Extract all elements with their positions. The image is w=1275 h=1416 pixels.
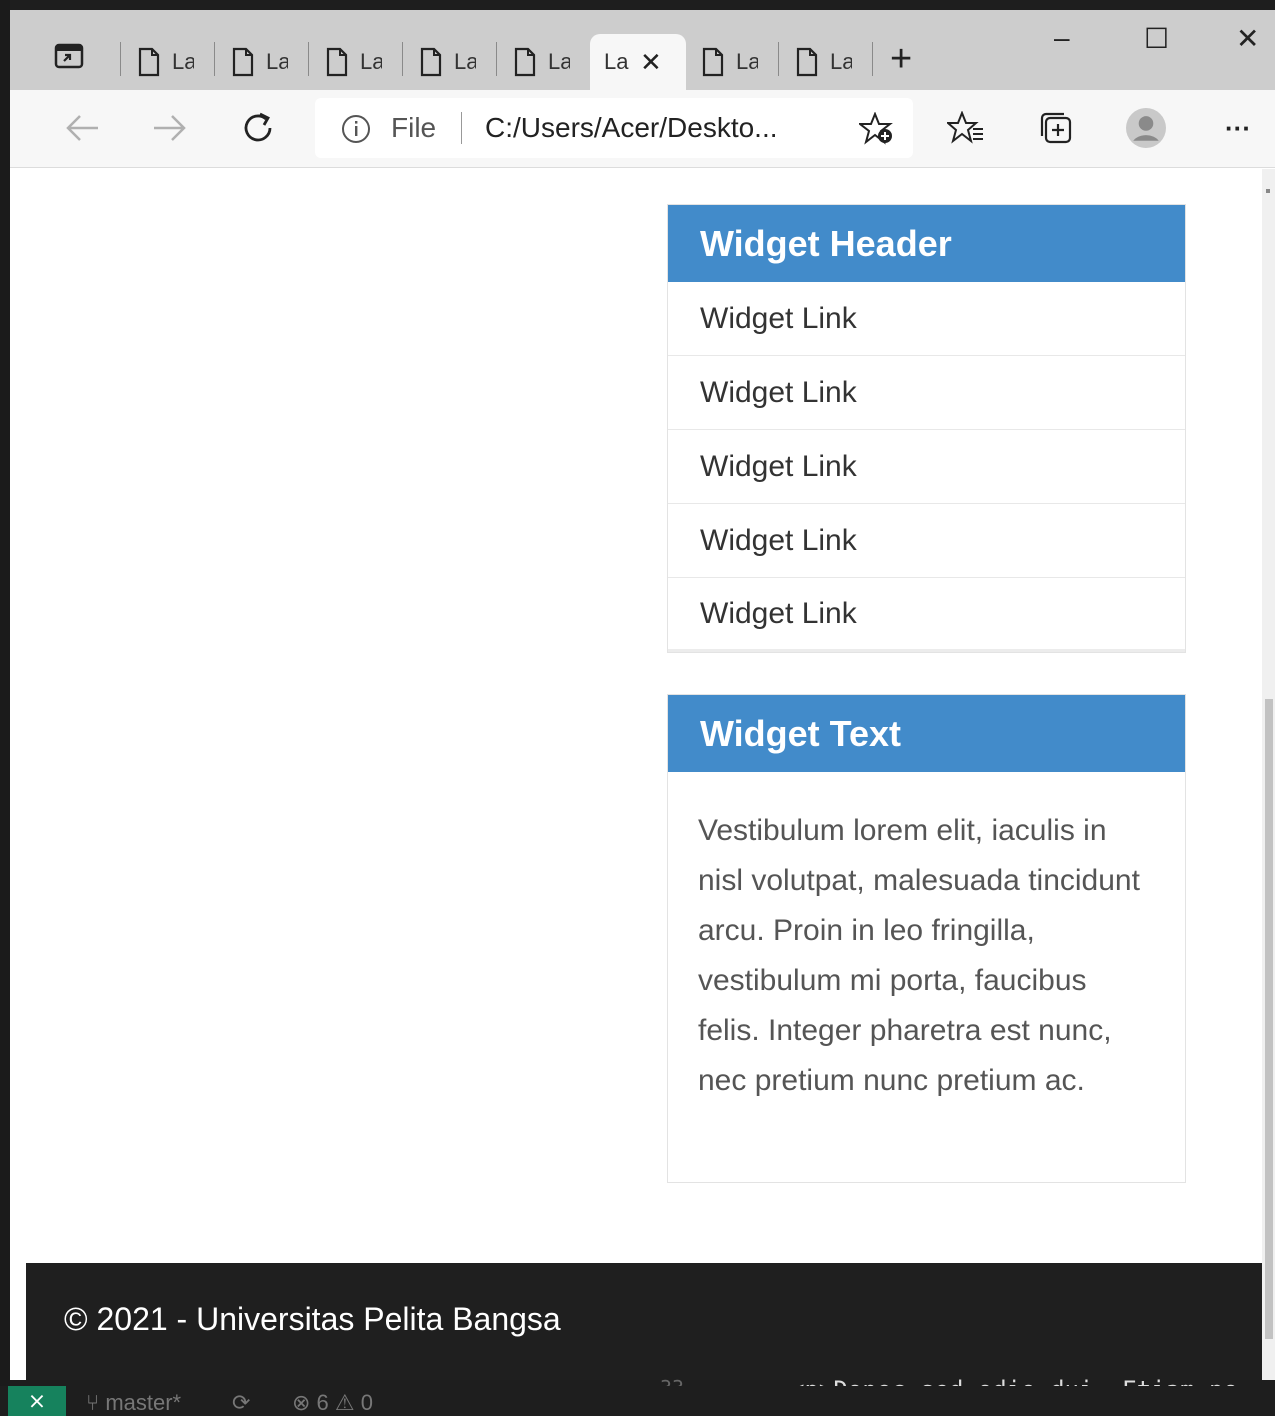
scheme-label: File <box>391 112 437 143</box>
problems-indicator[interactable]: ⊗ 6 ⚠ 0 <box>292 1390 373 1416</box>
profile-avatar[interactable] <box>1126 108 1166 148</box>
new-tab-button[interactable]: + <box>890 38 912 81</box>
tab-close-icon[interactable]: ✕ <box>640 47 662 78</box>
page-content: Widget Header Widget Link Widget Link Wi… <box>26 169 1262 1380</box>
scrollbar-thumb[interactable] <box>1265 699 1273 1339</box>
settings-menu-button[interactable]: ··· <box>1218 108 1258 148</box>
widget-link[interactable]: Widget Link <box>668 504 1185 578</box>
tab-1[interactable]: La <box>136 34 194 90</box>
tab-2[interactable]: La <box>230 34 288 90</box>
error-icon: ⊗ <box>292 1390 317 1415</box>
document-icon <box>418 47 444 77</box>
address-bar[interactable]: File C:/Users/Acer/Deskto... <box>315 98 913 158</box>
widget-text-body: Vestibulum lorem elit, iaculis in nisl v… <box>698 814 1140 1097</box>
tab-label: La <box>360 49 382 74</box>
tab-separator <box>308 42 309 76</box>
close-window-button[interactable]: ✕ <box>1236 22 1259 55</box>
tab-separator <box>496 42 497 76</box>
document-icon <box>136 47 162 77</box>
document-icon <box>324 47 350 77</box>
editor-left-strip <box>0 0 10 1416</box>
sync-icon[interactable]: ⟳ <box>232 1390 250 1416</box>
tab-label: La <box>454 49 476 74</box>
tab-6-active[interactable]: La ✕ <box>590 34 686 90</box>
git-branch[interactable]: ⑂ master* <box>86 1390 181 1416</box>
tab-4[interactable]: La <box>418 34 476 90</box>
desktop: La La La La La La ✕ La La + – ☐ ✕ File C… <box>0 0 1275 1416</box>
tab-7[interactable]: La <box>700 34 758 90</box>
maximize-button[interactable]: ☐ <box>1144 22 1169 55</box>
tab-label: La <box>736 49 758 74</box>
widget-link[interactable]: Widget Link <box>668 578 1185 652</box>
add-favorite-icon[interactable] <box>857 111 895 151</box>
branch-icon: ⑂ <box>86 1390 106 1415</box>
document-icon <box>512 47 538 77</box>
tab-bar: La La La La La La ✕ La La + – ☐ ✕ <box>10 10 1275 90</box>
page-scrollbar[interactable] <box>1262 169 1275 1380</box>
remote-icon[interactable]: ⨯ <box>8 1386 66 1416</box>
widget-link[interactable]: Widget Link <box>668 356 1185 430</box>
widget-links: Widget Header Widget Link Widget Link Wi… <box>667 204 1186 653</box>
tab-3[interactable]: La <box>324 34 382 90</box>
tab-separator <box>778 42 779 76</box>
warning-icon: ⚠ <box>334 1390 361 1415</box>
widget-text-header: Widget Text <box>668 695 1185 772</box>
tab-label: La <box>548 49 570 74</box>
collections-icon[interactable] <box>1036 108 1076 148</box>
navigation-bar: File C:/Users/Acer/Deskto... ··· <box>10 90 1275 168</box>
back-button[interactable] <box>62 108 102 148</box>
error-count: 6 <box>316 1390 329 1415</box>
document-icon <box>794 47 820 77</box>
document-icon <box>230 47 256 77</box>
tab-separator <box>872 42 873 76</box>
tab-label: La <box>604 49 629 74</box>
widget-text: Widget Text Vestibulum lorem elit, iacul… <box>667 694 1186 1183</box>
address-separator <box>461 112 462 144</box>
widget-link[interactable]: Widget Link <box>668 430 1185 504</box>
tab-label: La <box>266 49 288 74</box>
minimize-button[interactable]: – <box>1054 22 1070 54</box>
tab-5[interactable]: La <box>512 34 570 90</box>
scroll-up-icon[interactable] <box>1266 189 1270 193</box>
widget-link[interactable]: Widget Link <box>668 282 1185 356</box>
document-icon <box>700 47 726 77</box>
widget-link-list: Widget Link Widget Link Widget Link Widg… <box>668 282 1185 652</box>
tab-8[interactable]: La <box>794 34 852 90</box>
branch-name: master* <box>105 1390 182 1415</box>
url-text[interactable]: C:/Users/Acer/Deskto... <box>485 112 778 144</box>
footer-copyright: © 2021 - Universitas Pelita Bangsa <box>64 1301 561 1337</box>
refresh-button[interactable] <box>238 108 278 148</box>
favorites-icon[interactable] <box>946 108 986 148</box>
tab-separator <box>120 42 121 76</box>
info-icon[interactable] <box>341 114 371 149</box>
warning-count: 0 <box>360 1390 374 1415</box>
editor-status-bar: ⨯ ⑂ master* ⟳ ⊗ 6 ⚠ 0 <box>0 1386 1275 1416</box>
tab-label: La <box>830 49 852 74</box>
forward-button[interactable] <box>150 108 190 148</box>
tab-separator <box>214 42 215 76</box>
tab-label: La <box>172 49 194 74</box>
browser-window: La La La La La La ✕ La La + – ☐ ✕ File C… <box>10 10 1275 1380</box>
page-footer: © 2021 - Universitas Pelita Bangsa <box>26 1263 1262 1380</box>
tab-actions-icon[interactable] <box>54 40 84 70</box>
widget-header: Widget Header <box>668 205 1185 282</box>
tab-separator <box>402 42 403 76</box>
